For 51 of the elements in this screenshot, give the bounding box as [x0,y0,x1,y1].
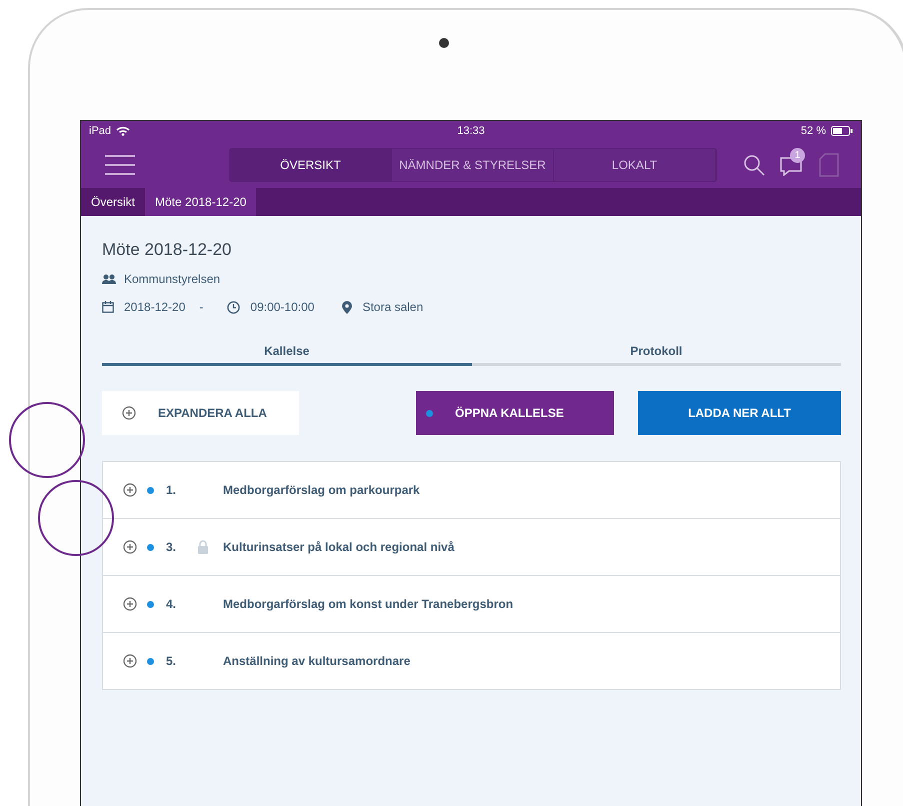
plus-circle-icon[interactable] [123,654,137,668]
item-number: 3. [166,540,178,554]
plus-circle-icon[interactable] [123,483,137,497]
board-name: Kommunstyrelsen [124,272,220,286]
document-tab[interactable]: Protokoll [472,338,841,366]
clock-icon [227,300,240,314]
status-dot-icon [147,600,154,608]
date-separator: - [199,300,204,314]
battery-icon [831,126,853,136]
breadcrumb-tab[interactable]: Översikt [81,188,146,216]
item-title: Anställning av kultursamordnare [223,654,410,668]
breadcrumb-tab[interactable]: Möte 2018-12-20 [145,188,256,216]
item-number: 5. [166,654,178,668]
location-pin-icon [342,300,352,314]
agenda-item[interactable]: 1. Medborgarförslag om parkourpark [103,462,840,519]
meeting-date: 2018-12-20 [124,300,186,314]
status-dot-icon [147,658,154,664]
status-time: 13:33 [457,125,485,137]
status-dot-icon [147,486,154,494]
download-all-button[interactable]: LADDA NER ALLT [638,391,841,435]
plus-circle-icon [122,406,136,420]
wifi-icon [116,126,130,136]
battery-percent: 52 % [800,125,826,137]
camera-icon [439,38,449,48]
section-tab[interactable]: LOKALT [554,148,716,180]
item-title: Kulturinsatser på lokal och regional nivå [223,540,454,554]
expand-all-button[interactable]: EXPANDERA ALLA [102,391,299,435]
item-title: Medborgarförslag om konst under Tranebergsbron [223,597,514,611]
meeting-place: Stora salen [362,300,424,314]
plus-circle-icon[interactable] [123,597,137,611]
search-icon[interactable] [743,154,765,176]
section-tab[interactable]: ÖVERSIKT [230,148,392,180]
document-tab[interactable]: Kallelse [102,338,472,366]
calendar-icon [102,301,114,313]
meeting-time: 09:00-10:00 [250,300,314,314]
status-dot-icon [147,544,154,550]
meeting-title: Möte 2018-12-20 [102,240,232,260]
item-number: 4. [166,597,178,611]
section-tab[interactable]: NÄMNDER & STYRELSER [392,148,554,180]
item-number: 1. [166,483,178,497]
open-summons-button[interactable]: ÖPPNA KALLELSE [416,391,614,435]
plus-circle-icon[interactable] [123,540,137,554]
menu-icon[interactable] [105,154,135,176]
notification-badge: 1 [790,148,805,162]
people-icon [102,274,116,284]
agenda-item[interactable]: 4. Medborgarförslag om konst under Tranebergsbron [103,576,840,633]
status-dot-icon [426,410,433,416]
device-name: iPad [89,125,112,137]
agenda-item[interactable]: 3. Kulturinsatser på lokal och regional nivå [103,519,840,576]
agenda-item[interactable]: 5. Anställning av kultursamordnare [103,633,840,689]
item-title: Medborgarförslag om parkourpark [223,483,420,497]
